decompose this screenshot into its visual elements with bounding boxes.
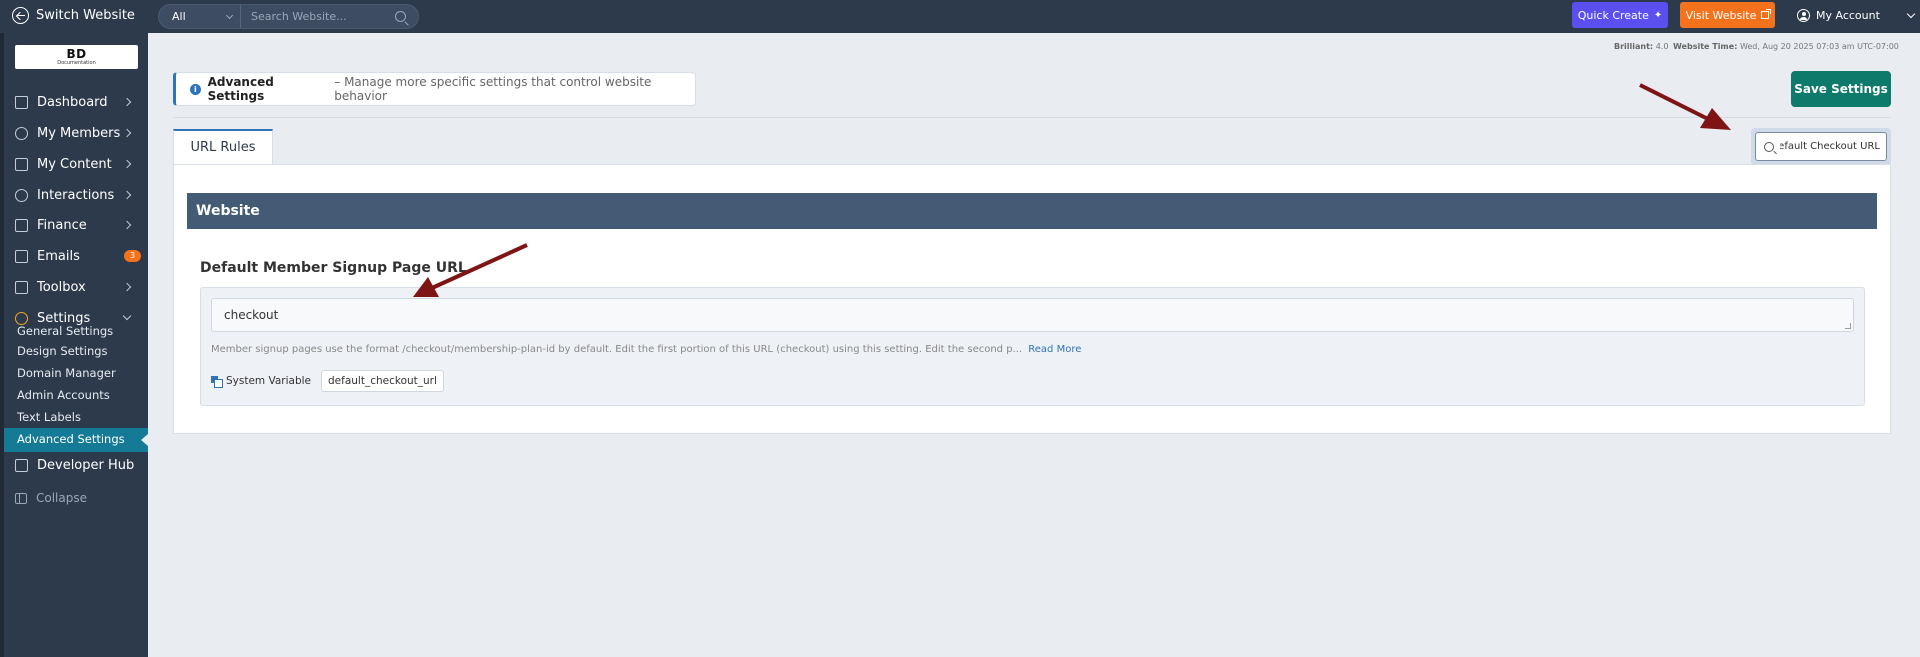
annotation-arrows <box>413 83 1731 297</box>
arrow-to-filter <box>1639 83 1713 123</box>
arrow-to-field <box>431 243 528 290</box>
